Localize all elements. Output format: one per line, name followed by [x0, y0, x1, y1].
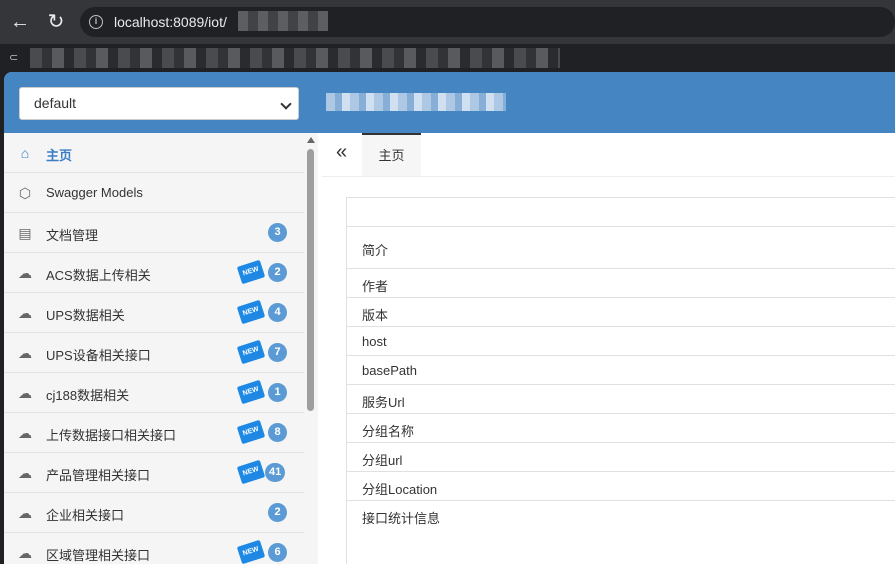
table-row-label: 分组Location [362, 482, 438, 497]
collapse-sidebar-icon[interactable]: « [336, 141, 347, 164]
sidebar-item-label: Swagger Models [46, 185, 143, 200]
sidebar-item-label: UPS设备相关接口 [46, 348, 151, 363]
scroll-up-arrow-icon[interactable] [307, 137, 315, 143]
tab-bar: « 主页 [322, 133, 895, 177]
count-badge: 2 [268, 263, 287, 282]
sidebar-item[interactable]: ▤ 文档管理 3 [4, 213, 304, 253]
sidebar-item[interactable]: ☁ 区域管理相关接口 NEW 6 [4, 533, 304, 564]
cloud-icon: ☁ [18, 425, 32, 441]
table-row-label: 版本 [362, 308, 389, 323]
table-row: 分组url [347, 443, 895, 472]
sidebar-item-label: 企业相关接口 [46, 508, 125, 523]
address-bar[interactable]: i localhost:8089/iot/ [80, 7, 895, 37]
cloud-icon: ☁ [18, 345, 32, 361]
count-badge: 2 [268, 503, 287, 522]
sidebar-item[interactable]: ☁ cj188数据相关 NEW 1 [4, 373, 304, 413]
count-badge: 3 [268, 223, 287, 242]
group-select-value: default [34, 95, 77, 111]
table-row-label: basePath [362, 363, 417, 378]
new-badge: NEW [236, 419, 266, 445]
cloud-icon: ☁ [18, 505, 32, 521]
chevron-down-icon [280, 98, 292, 110]
count-badge: 7 [268, 343, 287, 362]
cube-icon: ⬡ [18, 185, 32, 201]
table-row-label: 分组名称 [362, 424, 415, 439]
table-row: 简介 [347, 227, 895, 269]
url-redacted [238, 11, 328, 31]
cloud-icon: ☁ [18, 545, 32, 561]
sidebar-item[interactable]: ☁ ACS数据上传相关 NEW 2 [4, 253, 304, 293]
table-row-label: 简介 [362, 243, 389, 258]
sidebar-item[interactable]: ☁ 企业相关接口 2 [4, 493, 304, 533]
sidebar-item[interactable]: ☁ 产品管理相关接口 NEW 41 [4, 453, 304, 493]
table-row-label: 服务Url [362, 395, 405, 410]
tab-home[interactable]: 主页 [362, 133, 421, 176]
table-row-label: host [362, 334, 387, 349]
main-content: « 主页 简介作者版本 host basePath 服务Url 分组名称分组url 分组L… [322, 133, 895, 564]
table-row: 作者 [347, 269, 895, 298]
sidebar-item[interactable]: ☁ 上传数据接口相关接口 NEW 8 [4, 413, 304, 453]
table-row-label: 接口统计信息 [362, 511, 441, 526]
bookmarks-redacted [30, 48, 560, 68]
new-badge: NEW [236, 539, 266, 564]
scrollbar-thumb[interactable] [307, 149, 314, 411]
api-info-table: 简介作者版本 host basePath 服务Url 分组名称分组url 分组Locati… [346, 197, 895, 564]
site-info-icon[interactable]: i [89, 15, 103, 29]
sidebar-item[interactable]: ⌂ 主页 [4, 133, 304, 173]
sidebar-menu: ⌂ 主页 ⬡ Swagger Models ▤ 文档管理 3 ☁ ACS数据上传相关 NEW 2 ☁ U… [4, 133, 318, 564]
sidebar-item[interactable]: ⬡ Swagger Models [4, 173, 304, 213]
document-settings-icon: ▤ [18, 225, 32, 241]
table-header [347, 198, 895, 227]
new-badge: NEW [236, 379, 266, 405]
cloud-icon: ☁ [18, 465, 32, 481]
url-text: localhost:8089/iot/ [114, 14, 227, 30]
count-badge: 6 [268, 543, 287, 562]
table-row-label: 分组url [362, 453, 403, 468]
count-badge: 8 [268, 423, 287, 442]
table-row-label: 作者 [362, 279, 389, 294]
sidebar-item-label: 主页 [46, 148, 73, 163]
sidebar-item-label: 区域管理相关接口 [46, 548, 151, 563]
group-select[interactable]: default [19, 87, 299, 120]
sidebar-item[interactable]: ☁ UPS数据相关 NEW 4 [4, 293, 304, 333]
sidebar-item-label: UPS数据相关 [46, 308, 125, 323]
new-badge: NEW [236, 299, 266, 325]
table-row: 版本 [347, 298, 895, 327]
new-badge: NEW [236, 339, 266, 365]
new-badge: NEW [236, 259, 266, 285]
count-badge: 4 [268, 303, 287, 322]
table-row: 分组名称 [347, 414, 895, 443]
table-row: host [347, 327, 895, 356]
sidebar-item-label: 产品管理相关接口 [46, 468, 151, 483]
sidebar-scrollbar[interactable] [304, 133, 318, 564]
sidebar-item-label: 文档管理 [46, 228, 99, 243]
sidebar-item-label: ACS数据上传相关 [46, 268, 151, 283]
cloud-icon: ☁ [18, 305, 32, 321]
browser-toolbar: ← ↻ i localhost:8089/iot/ [0, 0, 895, 44]
sidebar-item[interactable]: ☁ UPS设备相关接口 NEW 7 [4, 333, 304, 373]
app-title-redacted [326, 93, 506, 111]
new-badge: NEW [236, 459, 266, 485]
bookmark-icon[interactable]: ⊂ [9, 51, 21, 65]
count-badge: 41 [265, 463, 286, 482]
table-row: 服务Url [347, 385, 895, 414]
table-row: 接口统计信息 [347, 501, 895, 530]
app-window: default ⌂ 主页 ⬡ Swagger Models ▤ 文档管理 3 ☁ ACS数据上传… [4, 72, 895, 564]
reload-icon[interactable]: ↻ [44, 10, 68, 34]
back-arrow-icon[interactable]: ← [8, 10, 32, 34]
table-row: 分组Location [347, 472, 895, 501]
cloud-icon: ☁ [18, 265, 32, 281]
cloud-icon: ☁ [18, 385, 32, 401]
count-badge: 1 [268, 383, 287, 402]
top-header: default [4, 72, 895, 133]
sidebar-item-label: 上传数据接口相关接口 [46, 428, 177, 443]
home-icon: ⌂ [20, 145, 30, 161]
bookmarks-bar: ⊂ [0, 44, 895, 72]
table-row: basePath [347, 356, 895, 385]
sidebar-item-label: cj188数据相关 [46, 388, 130, 403]
